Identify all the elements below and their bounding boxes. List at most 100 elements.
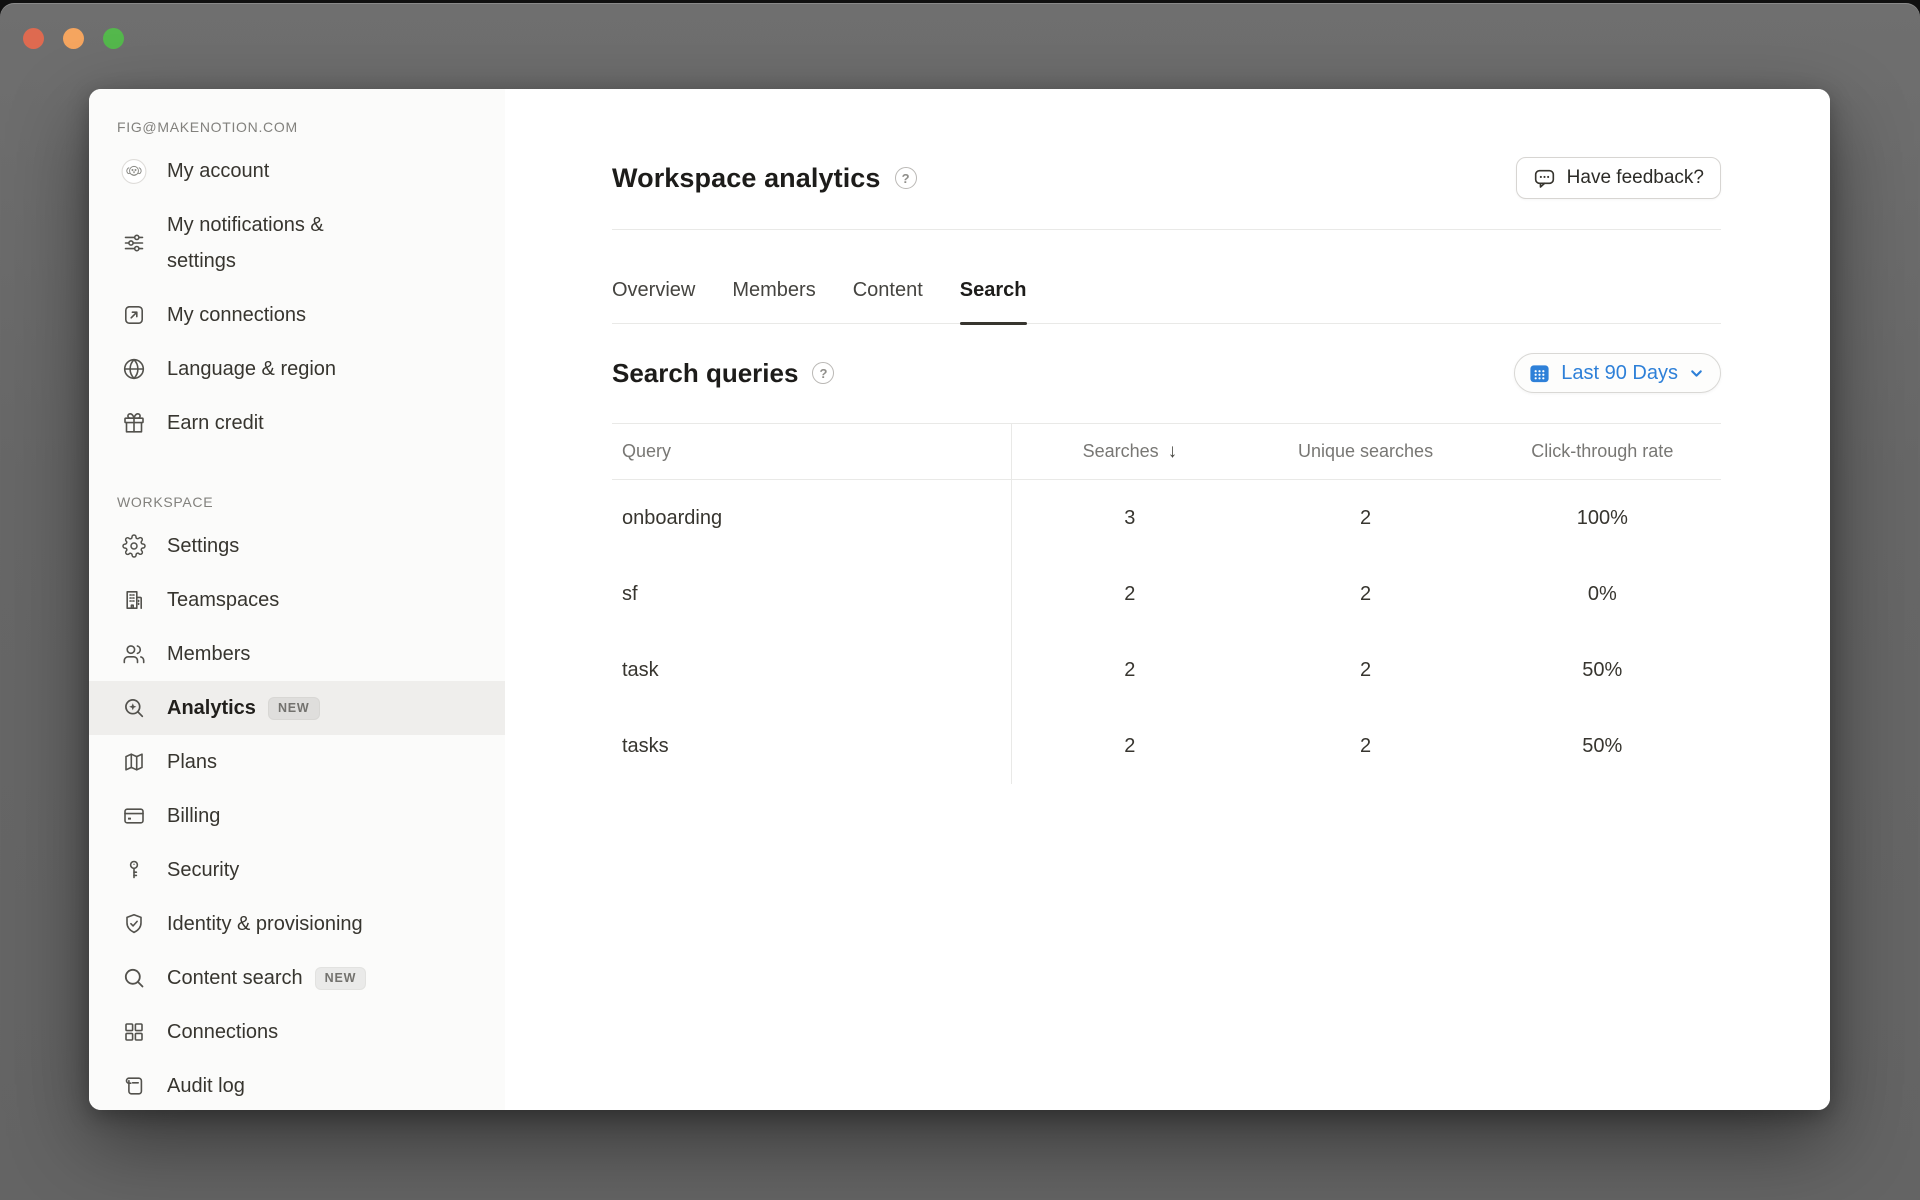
- sidebar-item-label: Identity & provisioning: [167, 906, 363, 942]
- sidebar-item-connections[interactable]: Connections: [89, 1005, 505, 1059]
- column-header-unique-searches[interactable]: Unique searches: [1247, 424, 1483, 480]
- unique-searches-cell: 2: [1247, 556, 1483, 632]
- sidebar-item-label: Analytics: [167, 690, 256, 726]
- sidebar-item-teamspaces[interactable]: Teamspaces: [89, 573, 505, 627]
- sidebar-item-language-region[interactable]: Language & region: [89, 342, 505, 396]
- users-icon: [121, 640, 147, 668]
- close-button[interactable]: [23, 28, 44, 49]
- table-row: onboarding 3 2 100%: [612, 480, 1721, 556]
- feedback-button-label: Have feedback?: [1567, 167, 1704, 189]
- new-badge: NEW: [268, 697, 320, 720]
- table-row: tasks 2 2 50%: [612, 708, 1721, 784]
- click-through-rate-cell: 0%: [1484, 556, 1721, 632]
- section-title: Search queries: [612, 358, 798, 389]
- sidebar-item-label: Content search: [167, 960, 303, 996]
- sidebar-item-label: Members: [167, 636, 250, 672]
- query-cell: onboarding: [612, 480, 1011, 556]
- account-email-label: FIG@MAKENOTION.COM: [89, 118, 505, 136]
- window-controls: [23, 28, 124, 49]
- sidebar-item-label: Plans: [167, 744, 217, 780]
- credit-card-icon: [121, 802, 147, 830]
- click-through-rate-cell: 50%: [1484, 708, 1721, 784]
- sidebar-item-my-account[interactable]: My account: [89, 144, 505, 198]
- sidebar-item-label: Billing: [167, 798, 220, 834]
- building-icon: [121, 586, 147, 614]
- sidebar-item-earn-credit[interactable]: Earn credit: [89, 396, 505, 450]
- settings-dialog: FIG@MAKENOTION.COM My account My notific…: [89, 89, 1830, 1110]
- magnifier-sparkle-icon: [121, 694, 147, 722]
- sidebar-item-label: Language & region: [167, 351, 336, 387]
- column-header-click-through-rate[interactable]: Click-through rate: [1484, 424, 1721, 480]
- query-cell: task: [612, 632, 1011, 708]
- date-range-label: Last 90 Days: [1561, 362, 1678, 385]
- account-section: My account My notifications & settings M…: [89, 144, 505, 450]
- table-body: onboarding 3 2 100% sf 2 2 0% task 2: [612, 480, 1721, 784]
- sidebar-item-audit-log[interactable]: Audit log: [89, 1059, 505, 1110]
- sidebar-item-content-search[interactable]: Content search NEW: [89, 951, 505, 1005]
- column-header-query[interactable]: Query: [612, 424, 1011, 480]
- key-icon: [121, 856, 147, 884]
- tab-search[interactable]: Search: [960, 279, 1027, 323]
- settings-sidebar: FIG@MAKENOTION.COM My account My notific…: [89, 89, 505, 1110]
- sidebar-item-settings[interactable]: Settings: [89, 519, 505, 573]
- unique-searches-cell: 2: [1247, 480, 1483, 556]
- sidebar-item-label: My notifications & settings: [167, 207, 363, 279]
- scroll-icon: [121, 1072, 147, 1100]
- help-icon[interactable]: ?: [895, 167, 917, 189]
- app-window: FIG@MAKENOTION.COM My account My notific…: [0, 3, 1920, 1200]
- sidebar-item-label: My account: [167, 153, 269, 189]
- minimize-button[interactable]: [63, 28, 84, 49]
- gift-icon: [121, 409, 147, 437]
- avatar: [121, 157, 147, 185]
- calendar-icon: [1528, 362, 1551, 385]
- unique-searches-cell: 2: [1247, 632, 1483, 708]
- sidebar-item-members[interactable]: Members: [89, 627, 505, 681]
- sidebar-item-label: Teamspaces: [167, 582, 279, 618]
- shield-check-icon: [121, 910, 147, 938]
- sidebar-item-label: Audit log: [167, 1068, 245, 1104]
- sidebar-item-label: Connections: [167, 1014, 278, 1050]
- sidebar-item-label: Settings: [167, 528, 239, 564]
- sidebar-item-analytics[interactable]: Analytics NEW: [89, 681, 505, 735]
- query-cell: tasks: [612, 708, 1011, 784]
- sidebar-item-identity-provisioning[interactable]: Identity & provisioning: [89, 897, 505, 951]
- sidebar-item-security[interactable]: Security: [89, 843, 505, 897]
- sort-desc-icon: ↓: [1168, 441, 1178, 463]
- speech-bubble-icon: [1533, 167, 1556, 190]
- column-header-searches[interactable]: Searches ↓: [1011, 424, 1247, 480]
- search-icon: [121, 964, 147, 992]
- gear-icon: [121, 532, 147, 560]
- table-row: task 2 2 50%: [612, 632, 1721, 708]
- globe-icon: [121, 355, 147, 383]
- table-header-row: Query Searches ↓ Unique searches Click-t…: [612, 424, 1721, 480]
- sidebar-item-label: Security: [167, 852, 239, 888]
- have-feedback-button[interactable]: Have feedback?: [1516, 157, 1721, 199]
- workspace-section: Settings Teamspaces Members: [89, 519, 505, 1110]
- sidebar-item-my-connections[interactable]: My connections: [89, 288, 505, 342]
- sidebar-item-billing[interactable]: Billing: [89, 789, 505, 843]
- searches-cell: 2: [1011, 708, 1247, 784]
- sidebar-item-label: My connections: [167, 297, 306, 333]
- new-badge: NEW: [315, 967, 367, 990]
- tab-overview[interactable]: Overview: [612, 279, 695, 323]
- analytics-tabs: Overview Members Content Search: [612, 230, 1721, 324]
- unique-searches-cell: 2: [1247, 708, 1483, 784]
- chevron-down-icon: [1688, 365, 1705, 382]
- help-icon[interactable]: ?: [812, 362, 834, 384]
- grid-icon: [121, 1018, 147, 1046]
- arrow-up-right-square-icon: [121, 301, 147, 329]
- sidebar-item-plans[interactable]: Plans: [89, 735, 505, 789]
- tab-members[interactable]: Members: [732, 279, 815, 323]
- date-range-button[interactable]: Last 90 Days: [1514, 353, 1721, 393]
- tab-content[interactable]: Content: [853, 279, 923, 323]
- query-cell: sf: [612, 556, 1011, 632]
- sidebar-item-my-notifications-settings[interactable]: My notifications & settings: [89, 198, 505, 288]
- searches-cell: 2: [1011, 556, 1247, 632]
- zoom-button[interactable]: [103, 28, 124, 49]
- workspace-section-label: WORKSPACE: [89, 494, 505, 510]
- searches-cell: 3: [1011, 480, 1247, 556]
- analytics-main-panel: Workspace analytics ? Have feedback? Ove…: [505, 89, 1830, 1110]
- searches-cell: 2: [1011, 632, 1247, 708]
- page-title: Workspace analytics: [612, 163, 881, 194]
- click-through-rate-cell: 50%: [1484, 632, 1721, 708]
